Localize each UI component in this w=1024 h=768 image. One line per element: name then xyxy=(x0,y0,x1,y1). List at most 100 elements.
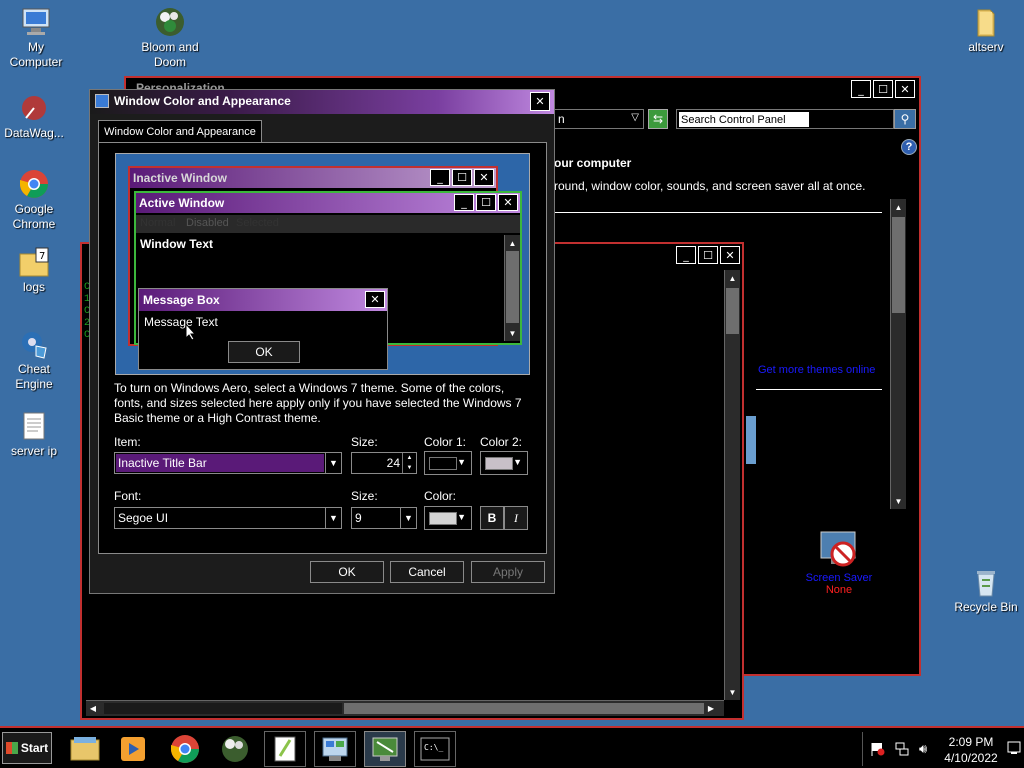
desktop-icon-recycle-bin[interactable]: Recycle Bin xyxy=(950,566,1022,615)
vertical-scrollbar[interactable]: ▲ ▼ xyxy=(724,270,740,700)
desktop-icon-label: DataWag... xyxy=(4,126,64,140)
window-color-dialog[interactable]: Window Color and Appearance ✕ Window Col… xyxy=(89,89,555,594)
tab-window-color[interactable]: Window Color and Appearance xyxy=(98,120,262,142)
aero-info-text: To turn on Windows Aero, select a Window… xyxy=(114,381,522,425)
close-button[interactable]: ✕ xyxy=(530,92,550,111)
color1-button[interactable]: ▼ xyxy=(424,451,472,475)
close-button[interactable]: ✕ xyxy=(895,80,915,98)
scroll-thumb[interactable] xyxy=(726,288,739,334)
taskbar-notepadpp[interactable] xyxy=(264,731,306,767)
clock[interactable]: 2:09 PM 4/10/2022 xyxy=(943,734,999,766)
system-tray: 🔊︎ 2:09 PM 4/10/2022 xyxy=(862,732,1022,766)
maximize-icon: ☐ xyxy=(452,169,472,186)
scroll-down-arrow[interactable]: ▼ xyxy=(725,684,740,700)
taskbar-bloom-doom[interactable] xyxy=(214,731,256,767)
font-color-swatch xyxy=(429,512,457,525)
chrome-icon xyxy=(171,735,199,763)
taskbar-cmd[interactable]: C:\_ xyxy=(414,731,456,767)
desktop-icon-datawag[interactable]: DataWag... xyxy=(0,92,70,141)
title-bar[interactable]: Window Color and Appearance ✕ xyxy=(90,90,554,114)
show-desktop-icon[interactable] xyxy=(1007,740,1021,756)
search-box[interactable] xyxy=(676,109,894,129)
clock-date: 4/10/2022 xyxy=(944,751,998,765)
screen-saver-label[interactable]: Screen Saver xyxy=(794,572,884,584)
chevron-down-icon[interactable]: ▼ xyxy=(400,508,416,528)
spin-up-button[interactable]: ▲ xyxy=(402,453,416,463)
chevron-down-icon[interactable]: ▽ xyxy=(631,112,639,123)
cancel-button[interactable]: Cancel xyxy=(390,561,464,583)
network-icon[interactable] xyxy=(895,742,909,756)
screen-saver-item[interactable]: Screen Saver None xyxy=(794,528,884,596)
apply-button[interactable]: Apply xyxy=(471,561,545,583)
font-select[interactable]: Segoe UI ▼ xyxy=(114,507,342,529)
theme-thumbnail[interactable] xyxy=(746,416,756,464)
scroll-up-arrow[interactable]: ▲ xyxy=(725,270,740,286)
taskbar-explorer[interactable] xyxy=(64,731,106,767)
scroll-right-arrow[interactable]: ▶ xyxy=(704,701,718,716)
desktop-icon-google-chrome[interactable]: Google Chrome xyxy=(0,168,70,232)
chevron-down-icon[interactable]: ▼ xyxy=(325,508,341,528)
taskbar-personalization[interactable] xyxy=(364,731,406,767)
scroll-thumb[interactable] xyxy=(344,703,704,714)
desktop-icon-logs[interactable]: 7 logs xyxy=(0,246,70,295)
chevron-down-icon[interactable]: ▼ xyxy=(325,453,341,473)
spin-down-button[interactable]: ▼ xyxy=(402,463,416,473)
refresh-button[interactable]: ⇆ xyxy=(648,109,668,129)
minimize-button[interactable]: _ xyxy=(851,80,871,98)
italic-button[interactable]: I xyxy=(504,506,528,530)
search-button[interactable]: ⚲ xyxy=(894,109,916,129)
scroll-down-arrow[interactable]: ▼ xyxy=(891,493,906,509)
flower-game-icon xyxy=(154,6,186,38)
computer-icon xyxy=(20,6,52,38)
volume-icon[interactable]: 🔊︎ xyxy=(919,741,927,757)
desktop-icon-altserv[interactable]: altserv xyxy=(950,6,1022,55)
desktop-icon-server-ip[interactable]: server ip xyxy=(0,410,70,459)
close-icon: ✕ xyxy=(365,291,385,308)
font-color-button[interactable]: ▼ xyxy=(424,506,472,530)
preview-inactive-titlebar: Inactive Window _ ☐ ✕ xyxy=(130,168,496,188)
font-size-select[interactable]: 9 ▼ xyxy=(351,507,417,529)
item-size-spinner[interactable]: ▲ ▼ xyxy=(351,452,417,474)
flag-icon[interactable] xyxy=(871,742,885,756)
bold-button[interactable]: B xyxy=(480,506,504,530)
taskbar-media-player[interactable] xyxy=(112,731,154,767)
preview-active-titlebar: Active Window _ ☐ ✕ xyxy=(136,193,520,213)
taskbar: Start C:\_ 🔊︎ 2:09 PM 4/10/2022 xyxy=(0,726,1024,768)
clock-time: 2:09 PM xyxy=(948,735,994,749)
desktop-icon-cheat-engine[interactable]: Cheat Engine xyxy=(0,328,70,392)
control-panel-icon xyxy=(322,737,348,761)
scroll-thumb[interactable] xyxy=(892,217,905,313)
address-bar[interactable]: n ▽ xyxy=(554,109,644,129)
preview-msgbox-text: Message Text xyxy=(144,315,218,329)
maximize-button[interactable]: ☐ xyxy=(698,246,718,264)
scroll-up-arrow[interactable]: ▲ xyxy=(891,199,906,215)
scroll-thumb[interactable] xyxy=(104,703,342,714)
divider xyxy=(554,212,882,213)
item-size-input[interactable] xyxy=(354,455,400,471)
color1-label: Color 1: xyxy=(424,435,467,449)
color2-button[interactable]: ▼ xyxy=(480,451,528,475)
get-more-themes-link[interactable]: Get more themes online xyxy=(758,364,875,376)
vertical-scrollbar[interactable]: ▲ ▼ xyxy=(890,199,906,509)
scroll-thumb xyxy=(506,251,519,323)
close-button[interactable]: ✕ xyxy=(720,246,740,264)
notepadpp-icon xyxy=(274,736,296,762)
color1-swatch xyxy=(429,457,457,470)
taskbar-control-panel[interactable] xyxy=(314,731,356,767)
desktop-icon-my-computer[interactable]: My Computer xyxy=(0,6,72,70)
start-button[interactable]: Start xyxy=(2,732,52,764)
horizontal-scrollbar[interactable]: ◀ ▶ xyxy=(86,700,724,716)
maximize-button[interactable]: ☐ xyxy=(873,80,893,98)
ok-button[interactable]: OK xyxy=(310,561,384,583)
taskbar-chrome[interactable] xyxy=(164,731,206,767)
search-input[interactable] xyxy=(679,112,809,127)
item-select[interactable]: Inactive Title Bar ▼ xyxy=(114,452,342,474)
help-icon[interactable]: ? xyxy=(901,139,917,155)
cheat-engine-icon xyxy=(18,328,50,360)
minimize-button[interactable]: _ xyxy=(676,246,696,264)
color2-label: Color 2: xyxy=(480,435,523,449)
svg-text:7: 7 xyxy=(39,251,45,262)
desktop-icon-bloom-and-doom[interactable]: Bloom and Doom xyxy=(134,6,206,70)
scroll-left-arrow[interactable]: ◀ xyxy=(86,701,100,716)
preview-message-box: Message Box ✕ Message Text OK xyxy=(138,288,388,370)
